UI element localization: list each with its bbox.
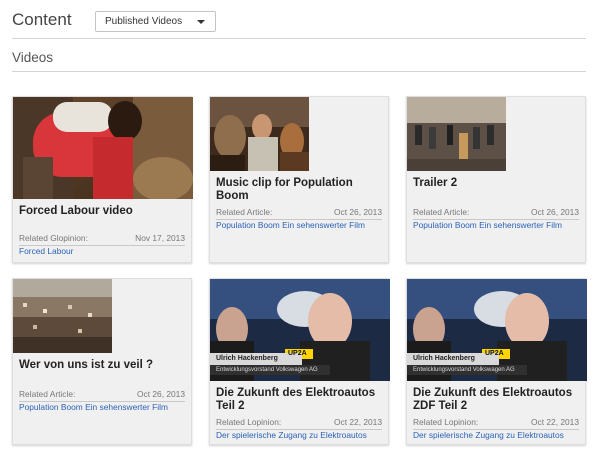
thumb-subtitle-overlay: Entwicklungsvorstand Volkswagen AG — [413, 367, 515, 373]
video-meta: Related Lopinion: Oct 22, 2013 — [413, 417, 579, 430]
videos-section-header: Videos — [12, 45, 586, 72]
video-title[interactable]: Forced Labour video — [19, 205, 189, 218]
thumb-subtitle-overlay: Entwicklungsvorstand Volkswagen AG — [216, 367, 318, 373]
video-thumbnail[interactable]: Ulrich Hackenberg Entwicklungsvorstand V… — [210, 279, 390, 381]
related-label: Related Glopinion: — [19, 233, 88, 243]
video-thumbnail[interactable] — [210, 97, 309, 171]
related-label: Related Lopinion: — [216, 417, 282, 427]
video-card[interactable]: Ulrich Hackenberg Entwicklungsvorstand V… — [406, 278, 587, 445]
related-link[interactable]: Der spielerische Zugang zu Elektroautos — [216, 430, 367, 440]
video-title[interactable]: Music clip for Population Boom — [216, 177, 386, 203]
thumb-name-overlay: Ulrich Hackenberg — [413, 355, 475, 362]
published-date: Oct 26, 2013 — [531, 207, 579, 217]
video-title[interactable]: Trailer 2 — [413, 177, 583, 190]
related-link[interactable]: Population Boom Ein sehenswerter Film — [216, 220, 365, 230]
video-card[interactable]: Forced Labour video Related Glopinion: N… — [12, 96, 193, 263]
video-title[interactable]: Die Zukunft des Elektroautos ZDF Teil 2 — [413, 387, 583, 413]
related-link[interactable]: Der spielerische Zugang zu Elektroautos — [413, 430, 564, 440]
section-title: Videos — [12, 50, 54, 65]
published-date: Oct 26, 2013 — [137, 389, 185, 399]
page-title: Content — [12, 10, 72, 29]
video-card[interactable]: Music clip for Population Boom Related A… — [209, 96, 389, 263]
related-link[interactable]: Population Boom Ein sehenswerter Film — [413, 220, 562, 230]
video-thumbnail[interactable] — [13, 279, 112, 353]
published-date: Oct 22, 2013 — [334, 417, 382, 427]
video-meta: Related Article: Oct 26, 2013 — [19, 389, 185, 402]
video-card[interactable]: Ulrich Hackenberg Entwicklungsvorstand V… — [209, 278, 390, 445]
video-meta: Related Article: Oct 26, 2013 — [413, 207, 579, 220]
related-label: Related Lopinion: — [413, 417, 479, 427]
related-link[interactable]: Forced Labour — [19, 246, 73, 256]
related-label: Related Article: — [413, 207, 470, 217]
video-filter-selected: Published Videos — [105, 16, 183, 27]
video-meta: Related Article: Oct 26, 2013 — [216, 207, 382, 220]
thumb-name-overlay: Ulrich Hackenberg — [216, 355, 278, 362]
published-date: Oct 22, 2013 — [531, 417, 579, 427]
chevron-down-icon — [197, 20, 205, 24]
video-meta: Related Glopinion: Nov 17, 2013 — [19, 233, 185, 246]
video-card[interactable]: Trailer 2 Related Article: Oct 26, 2013 … — [406, 96, 586, 263]
video-card[interactable]: Wer von uns ist zu veil ? Related Articl… — [12, 278, 192, 445]
video-thumbnail[interactable]: Ulrich Hackenberg Entwicklungsvorstand V… — [407, 279, 587, 381]
video-filter-dropdown[interactable]: Published Videos — [95, 11, 216, 32]
related-label: Related Article: — [19, 389, 76, 399]
video-thumbnail[interactable] — [13, 97, 193, 199]
published-date: Nov 17, 2013 — [135, 233, 185, 243]
thumb-channel-overlay: UP2A — [288, 350, 307, 357]
video-meta: Related Lopinion: Oct 22, 2013 — [216, 417, 382, 430]
video-thumbnail[interactable] — [407, 97, 506, 171]
related-label: Related Article: — [216, 207, 273, 217]
video-title[interactable]: Die Zukunft des Elektroautos Teil 2 — [216, 387, 386, 413]
thumb-channel-overlay: UP2A — [485, 350, 504, 357]
related-link[interactable]: Population Boom Ein sehenswerter Film — [19, 402, 168, 412]
published-date: Oct 26, 2013 — [334, 207, 382, 217]
content-header: Content Published Videos — [12, 8, 586, 39]
video-title[interactable]: Wer von uns ist zu veil ? — [19, 359, 189, 372]
